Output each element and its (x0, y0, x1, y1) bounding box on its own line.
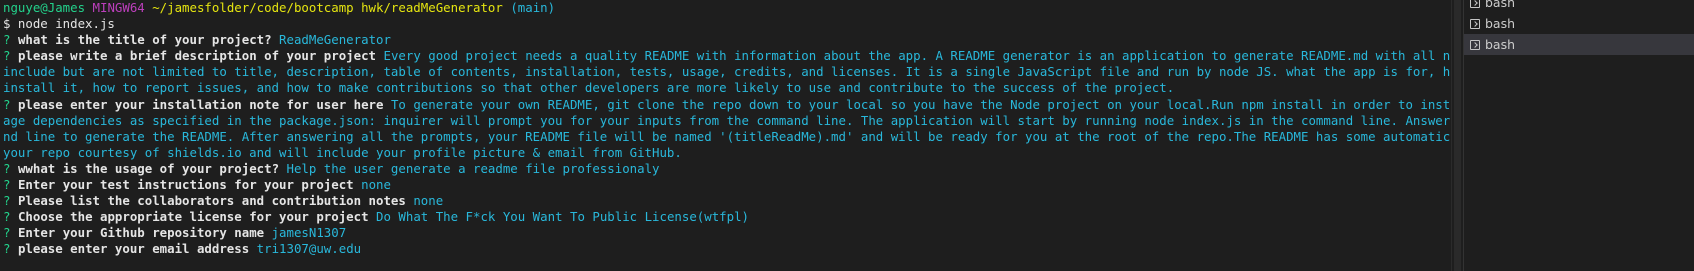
terminal-tab-label: bash (1485, 0, 1516, 10)
answer-text: Every good project needs a quality READM… (383, 48, 1451, 64)
qa-installation: ? please enter your installation note fo… (3, 97, 1451, 113)
answer-text: Do What The F*ck You Want To Public Lice… (376, 209, 750, 225)
qa-title: ? what is the title of your project? Rea… (3, 32, 391, 48)
question-text: Please list the collaborators and contri… (17, 193, 406, 209)
answer-text: tri1307@uw.edu (256, 241, 362, 257)
question-text: please enter your installation note for … (17, 96, 384, 112)
question-text: wwhat is the usage of your project? (17, 160, 280, 176)
terminal-output[interactable]: nguye@James MINGW64 ~/jamesfolder/code/b… (0, 0, 1451, 271)
question-text: please enter your email address (17, 241, 250, 257)
terminal-icon (1470, 39, 1480, 50)
vscode-terminal-area: nguye@James MINGW64 ~/jamesfolder/code/b… (0, 0, 1694, 271)
terminal-tab-bash-2[interactable]: bash (1464, 13, 1694, 34)
answer-continuation: nd line to generate the README. After an… (3, 128, 1451, 144)
answer-text: none (361, 177, 391, 193)
question-text: Choose the appropriate license for your … (17, 209, 369, 225)
qa-license: ? Choose the appropriate license for you… (3, 209, 750, 225)
qa-collaborators: ? Please list the collaborators and cont… (3, 193, 444, 209)
command-line: $ node index.js (3, 16, 115, 32)
question-text: please write a brief description of your… (17, 48, 377, 64)
prompt-line: nguye@James MINGW64 ~/jamesfolder/code/b… (3, 0, 1451, 16)
terminal-icon (1470, 0, 1480, 8)
answer-text: To generate your own README, git clone t… (390, 96, 1451, 112)
qa-usage: ? wwhat is the usage of your project? He… (3, 160, 660, 176)
qa-email: ? please enter your email address tri130… (3, 241, 362, 257)
answer-text: ReadMeGenerator (279, 32, 391, 48)
answer-continuation: your repo courtesy of shields.io and wil… (3, 144, 682, 160)
prompt-branch: (main) (510, 0, 556, 15)
terminal-icon (1470, 18, 1480, 29)
answer-text: none (413, 193, 444, 209)
question-text: Enter your test instructions for your pr… (17, 177, 354, 193)
answer-continuation: include but are not limited to title, de… (3, 64, 1451, 80)
prompt-host: MINGW64 (92, 0, 145, 15)
question-text: what is the title of your project? (17, 32, 272, 48)
qa-tests: ? Enter your test instructions for your … (3, 177, 391, 193)
question-text: Enter your Github repository name (17, 225, 265, 241)
scrollbar-thumb[interactable] (1454, 0, 1461, 271)
terminal-list-panel: bash bash bash (1463, 0, 1694, 271)
qa-description: ? please write a brief description of yo… (3, 48, 1451, 64)
terminal-tab-label: bash (1485, 16, 1516, 31)
terminal-tab-bash-3[interactable]: bash (1464, 34, 1694, 55)
answer-continuation: install it, how to report issues, and ho… (3, 80, 1175, 96)
answer-text: Help the user generate a readme file pro… (286, 160, 660, 176)
answer-continuation: age dependencies as specified in the pac… (3, 112, 1451, 128)
terminal-tab-bash-1[interactable]: bash (1464, 0, 1694, 13)
terminal-tab-label: bash (1485, 37, 1516, 52)
answer-text: jamesN1307 (271, 225, 347, 241)
prompt-path: ~/jamesfolder/code/bootcamp hwk/readMeGe… (152, 0, 503, 15)
terminal-list: bash bash bash (1464, 0, 1694, 55)
qa-github: ? Enter your Github repository name jame… (3, 225, 347, 241)
terminal-scrollbar[interactable] (1451, 0, 1463, 271)
prompt-user: nguye@James (3, 0, 86, 15)
